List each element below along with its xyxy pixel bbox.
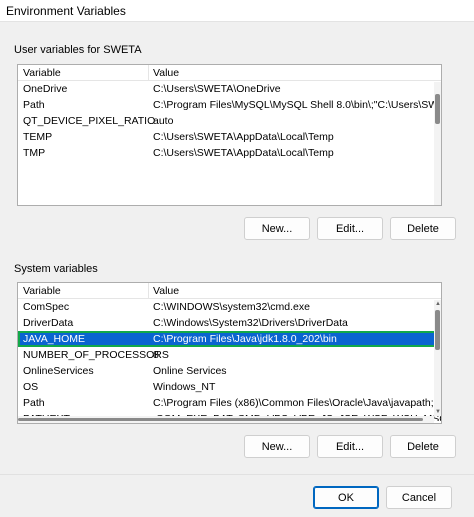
column-header-value[interactable]: Value bbox=[153, 285, 179, 297]
column-header-variable[interactable]: Variable bbox=[23, 285, 61, 297]
column-separator[interactable] bbox=[148, 65, 149, 81]
variable-name: Path bbox=[23, 397, 45, 409]
system-row-java-home[interactable]: JAVA_HOME C:\Program Files\Java\jdk1.8.0… bbox=[18, 331, 441, 347]
variable-name: OnlineServices bbox=[23, 365, 94, 377]
system-row-path[interactable]: Path C:\Program Files (x86)\Common Files… bbox=[18, 395, 441, 411]
variable-value: C:\Users\SWETA\AppData\Local\Temp bbox=[153, 147, 334, 159]
scrollbar-thumb[interactable] bbox=[435, 94, 440, 124]
variable-name: JAVA_HOME bbox=[23, 333, 86, 345]
system-variables-label: System variables bbox=[14, 263, 98, 275]
cancel-button[interactable]: Cancel bbox=[386, 486, 452, 509]
variable-value: C:\Program Files\Java\jdk1.8.0_202\bin bbox=[153, 333, 337, 345]
variable-value: C:\Users\SWETA\OneDrive bbox=[153, 83, 281, 95]
user-edit-button[interactable]: Edit... bbox=[317, 217, 383, 240]
title-bar: Environment Variables bbox=[0, 0, 474, 22]
user-row-temp[interactable]: TEMP C:\Users\SWETA\AppData\Local\Temp bbox=[18, 129, 441, 145]
system-variables-list[interactable]: Variable Value ComSpec C:\WINDOWS\system… bbox=[17, 282, 442, 424]
user-list-header: Variable Value bbox=[18, 65, 441, 81]
variable-value: Online Services bbox=[153, 365, 227, 377]
user-new-button[interactable]: New... bbox=[244, 217, 310, 240]
variable-value: Windows_NT bbox=[153, 381, 216, 393]
footer-divider bbox=[0, 474, 474, 475]
ok-button[interactable]: OK bbox=[313, 486, 379, 509]
variable-name: NUMBER_OF_PROCESSORS bbox=[23, 349, 169, 361]
scroll-down-arrow-icon[interactable]: ▼ bbox=[435, 409, 441, 415]
variable-value: C:\Users\SWETA\AppData\Local\Temp bbox=[153, 131, 334, 143]
system-row-comspec[interactable]: ComSpec C:\WINDOWS\system32\cmd.exe bbox=[18, 299, 441, 315]
system-row-os[interactable]: OS Windows_NT bbox=[18, 379, 441, 395]
user-row-qt-device-pixel-ratio[interactable]: QT_DEVICE_PIXEL_RATIO auto bbox=[18, 113, 441, 129]
variable-value: C:\Program Files (x86)\Common Files\Orac… bbox=[153, 397, 442, 409]
user-list-vertical-scrollbar[interactable] bbox=[434, 82, 441, 205]
window-title: Environment Variables bbox=[6, 4, 126, 18]
user-row-path[interactable]: Path C:\Program Files\MySQL\MySQL Shell … bbox=[18, 97, 441, 113]
variable-name: TEMP bbox=[23, 131, 53, 143]
system-row-onlineservices[interactable]: OnlineServices Online Services bbox=[18, 363, 441, 379]
variable-value: auto bbox=[153, 115, 174, 127]
variable-value: C:\WINDOWS\system32\cmd.exe bbox=[153, 301, 310, 313]
system-list-vertical-scrollbar[interactable]: ▲ ▼ bbox=[434, 300, 441, 416]
variable-name: DriverData bbox=[23, 317, 74, 329]
variable-name: Path bbox=[23, 99, 45, 111]
column-header-value[interactable]: Value bbox=[153, 67, 179, 79]
column-separator[interactable] bbox=[148, 283, 149, 299]
user-row-onedrive[interactable]: OneDrive C:\Users\SWETA\OneDrive bbox=[18, 81, 441, 97]
column-header-variable[interactable]: Variable bbox=[23, 67, 61, 79]
scrollbar-thumb[interactable] bbox=[435, 310, 440, 350]
system-new-button[interactable]: New... bbox=[244, 435, 310, 458]
variable-name: TMP bbox=[23, 147, 46, 159]
system-row-driverdata[interactable]: DriverData C:\Windows\System32\Drivers\D… bbox=[18, 315, 441, 331]
user-row-tmp[interactable]: TMP C:\Users\SWETA\AppData\Local\Temp bbox=[18, 145, 441, 161]
variable-name: OS bbox=[23, 381, 39, 393]
variable-value: C:\Windows\System32\Drivers\DriverData bbox=[153, 317, 348, 329]
user-variables-label: User variables for SWETA bbox=[14, 44, 142, 56]
variable-value: 8 bbox=[153, 349, 159, 361]
user-variables-list[interactable]: Variable Value OneDrive C:\Users\SWETA\O… bbox=[17, 64, 442, 206]
variable-name: ComSpec bbox=[23, 301, 70, 313]
variable-name: QT_DEVICE_PIXEL_RATIO bbox=[23, 115, 156, 127]
variable-value: C:\Program Files\MySQL\MySQL Shell 8.0\b… bbox=[153, 99, 442, 111]
system-list-horizontal-scrollbar[interactable] bbox=[18, 416, 434, 423]
scroll-up-arrow-icon[interactable]: ▲ bbox=[435, 301, 441, 307]
system-delete-button[interactable]: Delete bbox=[390, 435, 456, 458]
system-list-header: Variable Value bbox=[18, 283, 441, 299]
system-row-number-of-processors[interactable]: NUMBER_OF_PROCESSORS 8 bbox=[18, 347, 441, 363]
variable-name: OneDrive bbox=[23, 83, 68, 95]
system-edit-button[interactable]: Edit... bbox=[317, 435, 383, 458]
scrollbar-thumb[interactable] bbox=[18, 418, 423, 421]
user-delete-button[interactable]: Delete bbox=[390, 217, 456, 240]
